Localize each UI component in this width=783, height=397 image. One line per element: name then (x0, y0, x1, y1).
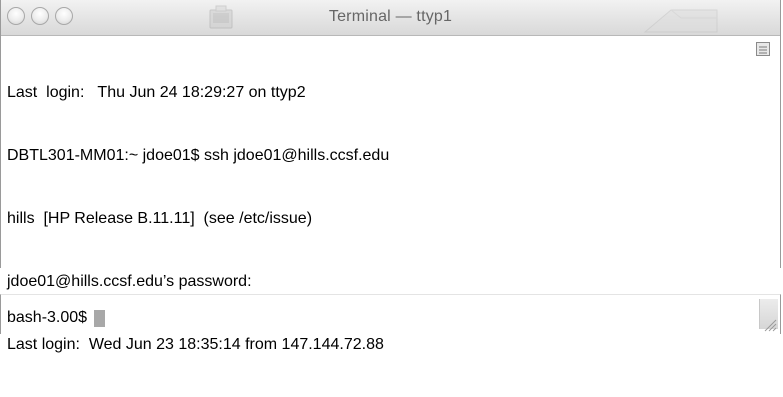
prompt-line[interactable]: bash-3.00$ (7, 309, 105, 327)
terminal-line: Last login: Wed Jun 23 18:35:14 from 147… (7, 336, 384, 353)
terminal-window-bottom: bash-3.00$ (0, 294, 781, 334)
scroll-indicator-icon[interactable] (756, 42, 770, 56)
title-bar[interactable]: Terminal — ttyp1 (1, 0, 780, 36)
terminal-line: jdoe01@hills.ccsf.edu’s password: (7, 273, 252, 290)
terminal-line: Last login: Thu Jun 24 18:29:27 on ttyp2 (7, 84, 306, 101)
terminal-output[interactable]: Last login: Thu Jun 24 18:29:27 on ttyp2… (7, 40, 752, 397)
text-cursor (93, 309, 105, 327)
toolbar-shape-icon (643, 9, 718, 33)
terminal-line: hills [HP Release B.11.11] (see /etc/iss… (7, 210, 313, 227)
shell-prompt: bash-3.00$ (7, 309, 92, 326)
terminal-line: DBTL301-MM01:~ jdoe01$ ssh jdoe01@hills.… (7, 147, 390, 164)
resize-grip-icon[interactable] (763, 318, 777, 332)
terminal-window: Terminal — ttyp1 Last login: Thu Jun 24 … (0, 0, 781, 353)
